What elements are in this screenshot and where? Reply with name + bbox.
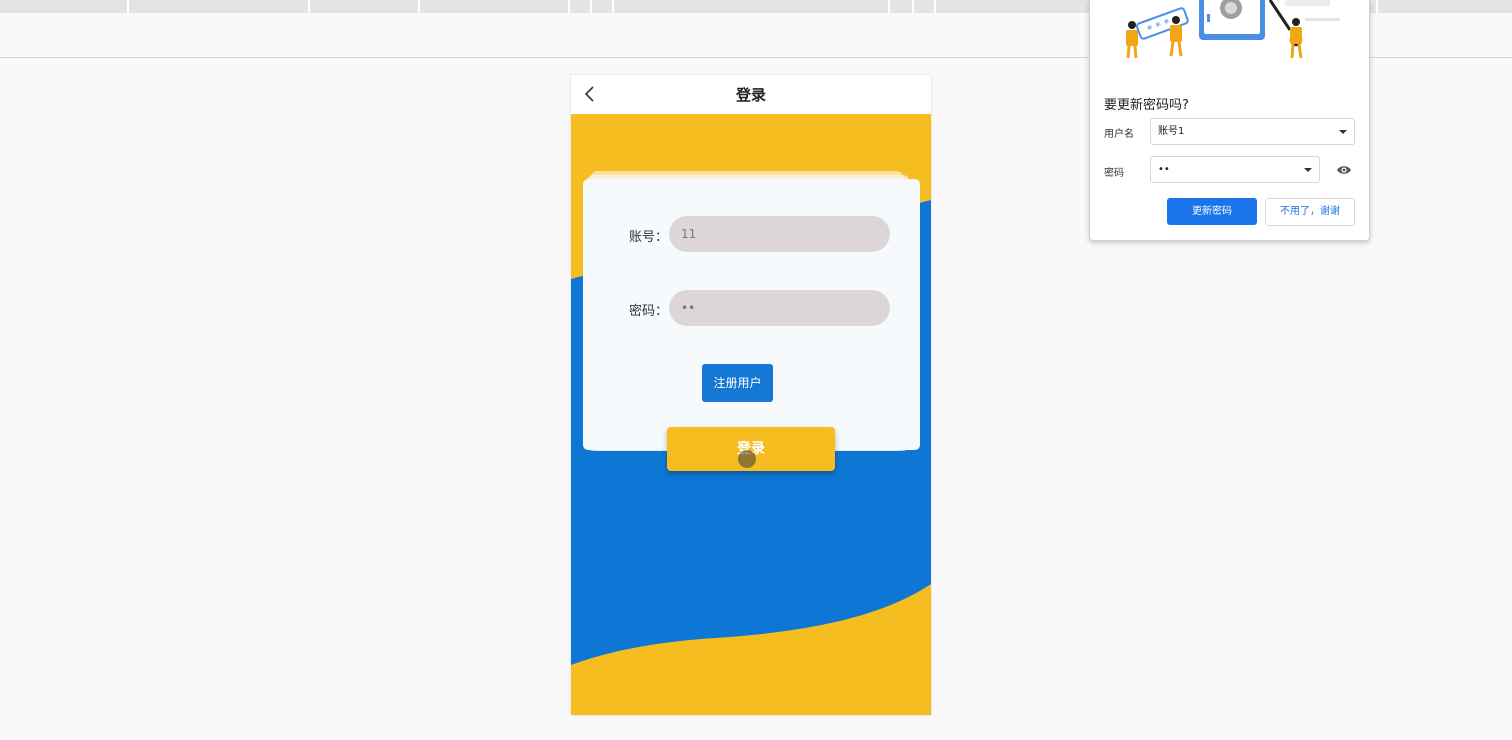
nav-bar: 登录 bbox=[571, 75, 931, 115]
touch-indicator bbox=[738, 450, 756, 468]
password-select[interactable]: •• bbox=[1150, 156, 1320, 183]
tab-divider bbox=[418, 0, 420, 13]
username-value: 账号1 bbox=[1158, 126, 1185, 137]
account-label: 账号： bbox=[629, 230, 669, 245]
popup-title: 要更新密码吗? bbox=[1104, 98, 1189, 113]
account-input[interactable]: 11 bbox=[669, 216, 890, 252]
tab-divider bbox=[1376, 0, 1378, 13]
dropdown-caret-icon bbox=[1339, 130, 1347, 134]
tab-divider bbox=[590, 0, 592, 13]
register-button[interactable]: 注册用户 bbox=[702, 364, 773, 402]
password-value-popup: •• bbox=[1158, 164, 1170, 175]
page-title: 登录 bbox=[735, 86, 766, 104]
username-select[interactable]: 账号1 bbox=[1150, 118, 1355, 145]
password-illustration-icon: * * * * bbox=[1126, 0, 1340, 59]
dropdown-caret-icon bbox=[1304, 168, 1312, 172]
update-password-popup: * * * * 要更新密码吗? 用户名 账号1 密码 •• 更新密码 不用了，谢… bbox=[1089, 0, 1370, 241]
tab-divider bbox=[888, 0, 890, 13]
password-label: 密码： bbox=[629, 304, 669, 319]
tab-divider bbox=[912, 0, 914, 13]
update-password-button[interactable]: 更新密码 bbox=[1167, 198, 1257, 225]
eye-icon bbox=[1337, 166, 1351, 174]
tab-divider bbox=[308, 0, 310, 13]
dismiss-button[interactable]: 不用了，谢谢 bbox=[1265, 198, 1355, 226]
tab-divider bbox=[568, 0, 570, 13]
password-input[interactable]: •• bbox=[669, 290, 890, 326]
password-label-popup: 密码 bbox=[1104, 168, 1124, 179]
tab-divider bbox=[934, 0, 936, 13]
username-label: 用户名 bbox=[1104, 129, 1134, 140]
show-password-button[interactable] bbox=[1336, 162, 1352, 176]
tab-divider bbox=[612, 0, 614, 13]
tab-divider bbox=[127, 0, 129, 13]
phone-viewport: 登录 账号： 11 密码： •• 注册用户 登录 bbox=[571, 75, 931, 715]
